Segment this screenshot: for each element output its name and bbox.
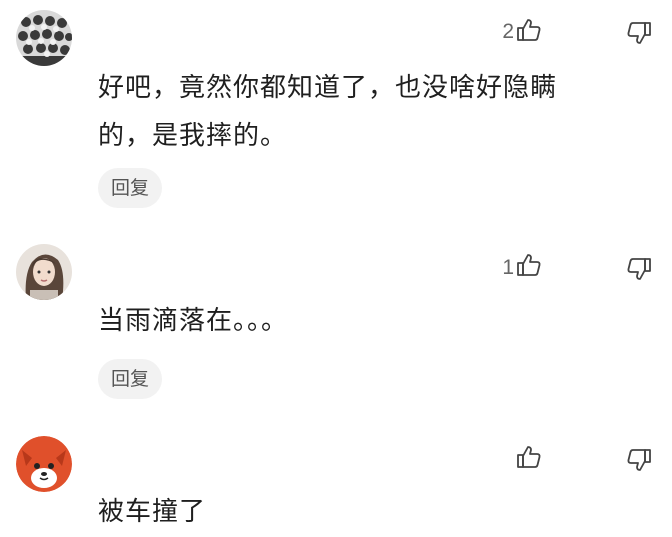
like-count: 2 [502,20,514,43]
group-photo-avatar[interactable] [16,10,72,66]
thumbs-up-icon[interactable] [516,252,542,278]
comment-text: 好吧，竟然你都知道了，也没啥好隐瞒 的，是我摔的。 [98,73,558,151]
thumbs-up-icon[interactable] [516,17,542,43]
thumbs-down-icon[interactable] [626,20,652,46]
girl-photo-avatar[interactable] [16,244,72,300]
comment-text: 当雨滴落在。。。 [98,306,289,336]
thumbs-up-icon[interactable] [516,444,542,470]
reply-button[interactable]: 回复 [98,168,162,208]
reply-button[interactable]: 回复 [98,359,162,399]
thumbs-down-icon[interactable] [626,256,652,282]
like-count: 1 [502,256,514,279]
comment-text: 被车撞了 [98,497,207,527]
thumbs-down-icon[interactable] [626,447,652,473]
fox-cartoon-avatar[interactable] [16,436,72,492]
